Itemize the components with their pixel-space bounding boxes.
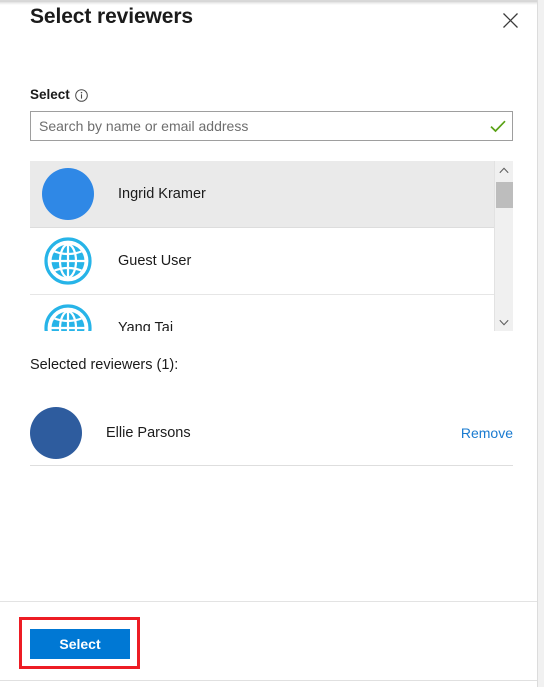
avatar [42, 302, 94, 331]
chevron-down-icon [499, 319, 509, 326]
list-item-label: Guest User [118, 253, 192, 269]
select-field-label-row: Select [30, 87, 88, 102]
chevron-up-icon [499, 166, 509, 173]
scrollbar-up-button[interactable] [495, 161, 513, 179]
scrollbar-thumb[interactable] [496, 182, 513, 208]
selected-reviewers-heading: Selected reviewers (1): [30, 357, 179, 373]
select-reviewers-dialog: Select reviewers Select Ingrid Kramer [0, 0, 537, 687]
select-field-label: Select [30, 87, 70, 102]
avatar [30, 407, 82, 459]
globe-icon [44, 237, 92, 285]
search-field-wrapper[interactable] [30, 111, 513, 141]
list-item[interactable]: Guest User [30, 228, 494, 295]
bottom-divider [0, 680, 537, 681]
list-item: Ellie Parsons Remove [30, 401, 513, 466]
remove-reviewer-link[interactable]: Remove [461, 425, 513, 441]
info-circle-icon[interactable] [74, 88, 88, 102]
results-scrollbar[interactable] [494, 161, 513, 331]
footer-divider [0, 601, 537, 602]
validation-check [484, 120, 512, 133]
close-button[interactable] [491, 3, 529, 37]
list-item-label: Ellie Parsons [106, 425, 191, 441]
selected-reviewers-list: Ellie Parsons Remove [30, 401, 513, 466]
list-item[interactable]: Ingrid Kramer [30, 161, 494, 228]
page-title: Select reviewers [30, 5, 194, 28]
page-scrollbar[interactable] [537, 0, 544, 687]
reviewer-results-list[interactable]: Ingrid Kramer Guest User Yang Tai [30, 161, 513, 331]
list-item[interactable]: Yang Tai [30, 295, 494, 331]
list-item-label: Ingrid Kramer [118, 186, 206, 202]
search-input[interactable] [31, 113, 484, 139]
avatar [42, 235, 94, 287]
close-icon [502, 12, 518, 28]
green-checkmark-icon [490, 120, 506, 132]
globe-icon [44, 304, 92, 331]
scrollbar-down-button[interactable] [495, 313, 513, 331]
avatar [42, 168, 94, 220]
select-button[interactable]: Select [30, 629, 130, 659]
list-item-label: Yang Tai [118, 320, 174, 331]
